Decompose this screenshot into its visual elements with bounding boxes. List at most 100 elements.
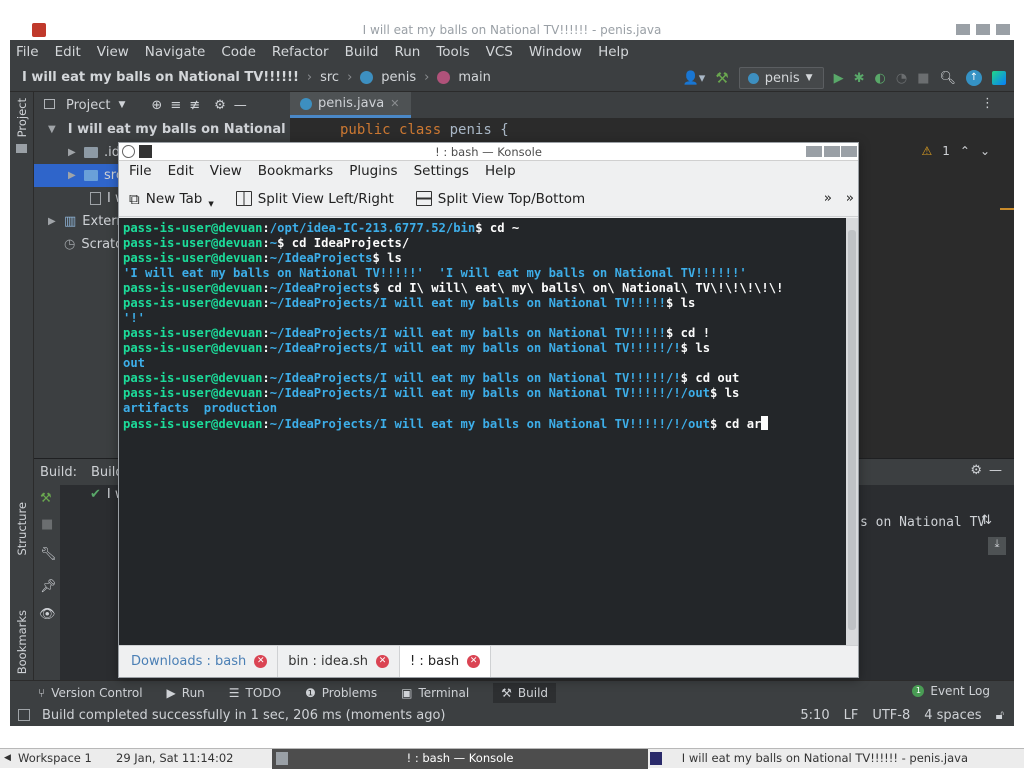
close-tab-icon[interactable]: ✕ [376,655,390,668]
breadcrumb-class[interactable]: penis [381,70,416,85]
menu-vcs[interactable]: VCS [486,44,513,60]
maximize-icon[interactable] [976,24,990,35]
debug-icon[interactable]: ✱ [854,71,865,86]
window-menu-icon[interactable] [139,145,152,158]
profile-icon[interactable]: ◔ [896,71,907,86]
tab-todo[interactable]: ☰ TODO [229,686,281,700]
structure-tool-tab[interactable]: Structure [15,502,29,556]
breadcrumb-method[interactable]: main [458,70,490,85]
menu-view[interactable]: View [97,44,129,60]
layout-icon[interactable] [18,709,30,721]
tab-version-control[interactable]: ⑂ Version Control [38,686,143,700]
project-panel-title[interactable]: Project [66,98,110,113]
indent-setting[interactable]: 4 spaces [924,708,981,723]
k-menu-bookmarks[interactable]: Bookmarks [258,163,333,179]
gear-icon[interactable]: ⚙ [970,463,982,478]
taskbar-item-ide[interactable]: I will eat my balls on National TV!!!!!!… [666,749,1016,769]
toolbar-overflow-icon-2[interactable]: » [846,190,854,206]
stop-icon[interactable]: ■ [41,517,53,532]
code-line-1[interactable]: public class penis { [340,122,509,138]
menu-code[interactable]: Code [221,44,256,60]
hide-icon[interactable]: — [234,98,247,113]
k-menu-settings[interactable]: Settings [414,163,469,179]
chevron-right-icon[interactable]: ▶ [68,147,78,158]
tab-build[interactable]: ⚒ Build [493,682,557,703]
menu-help[interactable]: Help [598,44,629,60]
k-menu-help[interactable]: Help [485,163,516,179]
maximize-icon[interactable] [824,146,840,157]
menu-navigate[interactable]: Navigate [145,44,206,60]
k-menu-edit[interactable]: Edit [168,163,194,179]
inspection-widget[interactable]: ⚠ 1 ⌃ ⌄ [921,144,990,158]
coverage-icon[interactable]: ◐ [875,71,886,86]
chevron-down-icon[interactable]: ▼ [118,100,125,110]
caret-position[interactable]: 5:10 [800,708,829,723]
menu-tools[interactable]: Tools [436,44,469,60]
chevron-right-icon[interactable]: ▶ [68,170,78,181]
run-config-selector[interactable]: penis ▼ [738,67,824,89]
chevron-down-icon[interactable]: ⌄ [980,144,990,158]
jetbrains-icon[interactable] [992,71,1006,85]
close-tab-icon[interactable]: ✕ [390,97,399,110]
lock-icon[interactable]: 🔓︎ [996,708,1004,723]
taskbar-item-konsole[interactable]: ! : bash — Konsole [272,749,648,769]
konsole-titlebar[interactable]: ! : bash — Konsole [119,143,858,161]
minimize-icon[interactable] [956,24,970,35]
chevron-down-icon[interactable]: ▼ [48,124,56,135]
scrollbar-thumb[interactable] [848,230,856,630]
split-top-bottom-button[interactable]: Split View Top/Bottom [415,191,585,207]
terminal-view[interactable]: pass-is-user@devuan:/opt/idea-IC-213.677… [119,218,846,645]
locate-icon[interactable]: ⊕ [151,98,162,113]
bookmarks-tool-tab[interactable]: Bookmarks [15,610,29,674]
new-tab-button[interactable]: ⧉ New Tab ▼ [129,190,214,208]
user-icon[interactable]: 👤▾ [683,71,706,86]
menu-edit[interactable]: Edit [55,44,81,60]
workspace-label[interactable]: Workspace 1 [18,749,92,769]
gear-icon[interactable]: ⚙ [214,98,226,113]
menu-run[interactable]: Run [394,44,420,60]
stop-icon[interactable]: ■ [917,71,929,86]
terminal-scrollbar[interactable] [846,218,858,645]
pin-icon[interactable]: 📌︎ [40,579,57,594]
tab-run[interactable]: ▶ Run [167,686,205,700]
update-icon[interactable]: ↑ [966,70,982,86]
more-actions-icon[interactable]: ⋮ [981,96,994,111]
search-icon[interactable]: 🔍︎ [939,71,956,86]
event-log-button[interactable]: 1 Event Log [912,684,990,698]
status-message[interactable]: Build completed successfully in 1 sec, 2… [42,708,446,723]
k-menu-plugins[interactable]: Plugins [349,163,397,179]
k-tab-downloads-bash[interactable]: Downloads : bash ✕ [121,646,279,677]
workspace-menu-icon[interactable]: ◀ [4,749,11,769]
k-menu-file[interactable]: File [129,163,152,179]
expand-all-icon[interactable]: ≡ [170,98,181,113]
tree-root[interactable]: ▼ I will eat my balls on National TV 1 [34,118,290,141]
tab-terminal[interactable]: ▣ Terminal [401,686,469,700]
tab-problems[interactable]: ❶ Problems [305,686,377,700]
close-icon[interactable] [841,146,857,157]
eye-icon[interactable]: 👁︎ [39,607,56,622]
toolbar-overflow-icon[interactable]: » [824,190,832,206]
chevron-up-icon[interactable]: ⌃ [960,144,970,158]
menu-refactor[interactable]: Refactor [272,44,329,60]
collapse-all-icon[interactable]: ≢ [189,98,200,113]
split-left-right-button[interactable]: Split View Left/Right [235,191,394,207]
build-hammer-icon[interactable]: ⚒ [715,69,728,87]
editor-tab-penis-java[interactable]: penis.java ✕ [290,92,412,118]
project-tool-tab[interactable]: Project [15,98,29,137]
wrench-icon[interactable]: 🔧︎ [40,547,57,562]
k-menu-view[interactable]: View [210,163,242,179]
close-tab-icon[interactable]: ✕ [254,655,268,668]
k-tab-bin-idea-sh[interactable]: bin : idea.sh ✕ [278,646,401,677]
line-separator[interactable]: LF [844,708,859,723]
scroll-to-end-icon[interactable]: ⤓ [988,537,1006,555]
menu-window[interactable]: Window [529,44,582,60]
ide-titlebar[interactable]: I will eat my balls on National TV!!!!!!… [10,20,1014,40]
close-icon[interactable] [996,24,1010,35]
breadcrumb-project[interactable]: I will eat my balls on National TV!!!!!! [22,70,299,85]
chevron-down-icon[interactable]: ▼ [208,200,213,208]
file-encoding[interactable]: UTF-8 [872,708,910,723]
run-icon[interactable]: ▶ [834,71,844,86]
hide-icon[interactable]: — [989,463,1002,478]
soft-wrap-icon[interactable]: ⇅ [981,513,992,528]
k-tab-bang-bash[interactable]: ! : bash ✕ [400,646,492,677]
